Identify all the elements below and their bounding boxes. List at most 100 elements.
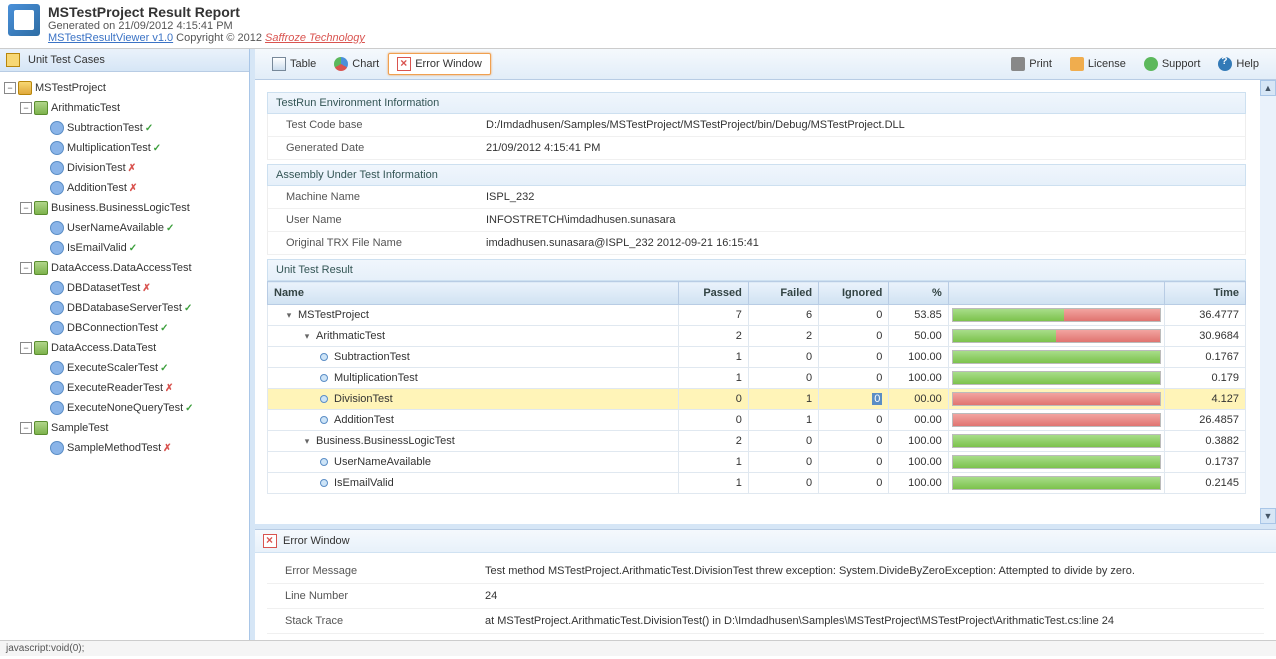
node-icon [34,201,48,215]
tree-node[interactable]: −ArithmaticTest [4,98,245,118]
time-value: 30.9684 [1164,326,1245,347]
failed-value: 0 [748,431,818,452]
tree-node[interactable]: DBDatabaseServerTest✓ [4,298,245,318]
ignored-value: 0 [819,431,889,452]
tree-root-icon [6,53,20,67]
tree-node[interactable]: MultiplicationTest✓ [4,138,245,158]
status-fail-icon: ✗ [163,443,171,454]
chart-button[interactable]: Chart [325,53,388,75]
col-pct[interactable]: % [889,282,948,305]
row-toggler[interactable]: ▾ [284,310,294,320]
node-icon [50,361,64,375]
machine-label: Machine Name [286,191,486,203]
tree-node[interactable]: ExecuteScalerTest✓ [4,358,245,378]
error-panel-header: Error Window [255,530,1276,553]
col-ignored[interactable]: Ignored [819,282,889,305]
pct-value: 100.00 [889,431,948,452]
result-row[interactable]: IsEmailValid100100.000.2145 [268,473,1246,494]
support-button[interactable]: Support [1135,53,1210,75]
failed-value: 6 [748,305,818,326]
tree-label: DataAccess.DataAccessTest [51,262,192,274]
tree-toggler[interactable]: − [4,82,16,94]
time-value: 4.127 [1164,389,1245,410]
status-fail-icon: ✗ [129,183,137,194]
col-time[interactable]: Time [1164,282,1245,305]
node-icon [34,341,48,355]
tree-node[interactable]: −DataAccess.DataTest [4,338,245,358]
progress-bar [952,476,1161,490]
tree-node[interactable]: SampleMethodTest✗ [4,438,245,458]
tree-toggler[interactable]: − [20,202,32,214]
result-row[interactable]: ▾ArithmaticTest22050.0030.9684 [268,326,1246,347]
company-link[interactable]: Saffroze Technology [265,32,365,44]
tree-node[interactable]: UserNameAvailable✓ [4,218,245,238]
result-row[interactable]: ▾Business.BusinessLogicTest200100.000.38… [268,431,1246,452]
col-name[interactable]: Name [268,282,679,305]
error-panel-title: Error Window [283,535,350,547]
tree-node[interactable]: −SampleTest [4,418,245,438]
node-icon [50,281,64,295]
help-button[interactable]: Help [1209,53,1268,75]
ignored-value: 0 [819,305,889,326]
license-icon [1070,57,1084,71]
tree-toggler[interactable]: − [20,342,32,354]
failed-value: 1 [748,410,818,431]
tree-node[interactable]: − DataAccess.DataAccessTest [4,258,245,278]
time-value: 26.4857 [1164,410,1245,431]
col-passed[interactable]: Passed [678,282,748,305]
tree-node[interactable]: ExecuteReaderTest✗ [4,378,245,398]
result-row[interactable]: SubtractionTest100100.000.1767 [268,347,1246,368]
app-header: MSTestProject Result Report Generated on… [0,0,1276,49]
result-row[interactable]: UserNameAvailable100100.000.1737 [268,452,1246,473]
tree-label: MSTestProject [35,82,106,94]
sidebar: Unit Test Cases −MSTestProject−Arithmati… [0,49,250,640]
status-fail-icon: ✗ [165,383,173,394]
progress-bar [952,329,1161,343]
results-table: Name Passed Failed Ignored % Time ▾MSTes… [267,281,1246,494]
row-toggler[interactable]: ▾ [302,436,312,446]
passed-value: 0 [678,389,748,410]
tree-node[interactable]: IsEmailValid✓ [4,238,245,258]
result-row[interactable]: ▾MSTestProject76053.8536.4777 [268,305,1246,326]
tree-node[interactable]: − MSTestProject [4,78,245,98]
result-row[interactable]: DivisionTest01000.004.127 [268,389,1246,410]
status-pass-icon: ✓ [184,303,192,314]
scrollbar[interactable] [1260,96,1276,508]
tree-node[interactable]: DBDatasetTest✗ [4,278,245,298]
error-window-button[interactable]: Error Window [388,53,491,75]
app-icon [8,4,40,36]
time-value: 0.179 [1164,368,1245,389]
trx-label: Original TRX File Name [286,237,486,249]
result-row[interactable]: MultiplicationTest100100.000.179 [268,368,1246,389]
result-row[interactable]: AdditionTest01000.0026.4857 [268,410,1246,431]
tree-node[interactable]: DBConnectionTest✓ [4,318,245,338]
node-icon [50,301,64,315]
col-failed[interactable]: Failed [748,282,818,305]
tree-node[interactable]: AdditionTest✗ [4,178,245,198]
print-icon [1011,57,1025,71]
env-section-title: TestRun Environment Information [267,92,1246,114]
failed-value: 2 [748,326,818,347]
tree-node[interactable]: SubtractionTest✓ [4,118,245,138]
tree-node[interactable]: −Business.BusinessLogicTest [4,198,245,218]
assembly-section-title: Assembly Under Test Information [267,164,1246,186]
license-button[interactable]: License [1061,53,1135,75]
tree-node[interactable]: DivisionTest✗ [4,158,245,178]
codebase-value: D:/Imdadhusen/Samples/MSTestProject/MSTe… [486,119,905,131]
progress-bar [952,308,1161,322]
tree-toggler[interactable]: − [20,262,32,274]
row-toggler[interactable]: ▾ [302,331,312,341]
row-name: AdditionTest [334,414,394,426]
node-icon [34,421,48,435]
progress-bar [952,371,1161,385]
error-msg-value: Test method MSTestProject.ArithmaticTest… [485,565,1256,577]
print-button[interactable]: Print [1002,53,1061,75]
tree-toggler[interactable]: − [20,422,32,434]
scroll-up-button[interactable]: ▲ [1260,80,1276,96]
tree-label: SampleMethodTest [67,442,161,454]
tree-node[interactable]: ExecuteNoneQueryTest✓ [4,398,245,418]
viewer-link[interactable]: MSTestResultViewer v1.0 [48,32,173,44]
table-button[interactable]: Table [263,53,325,75]
scroll-down-button[interactable]: ▼ [1260,508,1276,524]
tree-toggler[interactable]: − [20,102,32,114]
